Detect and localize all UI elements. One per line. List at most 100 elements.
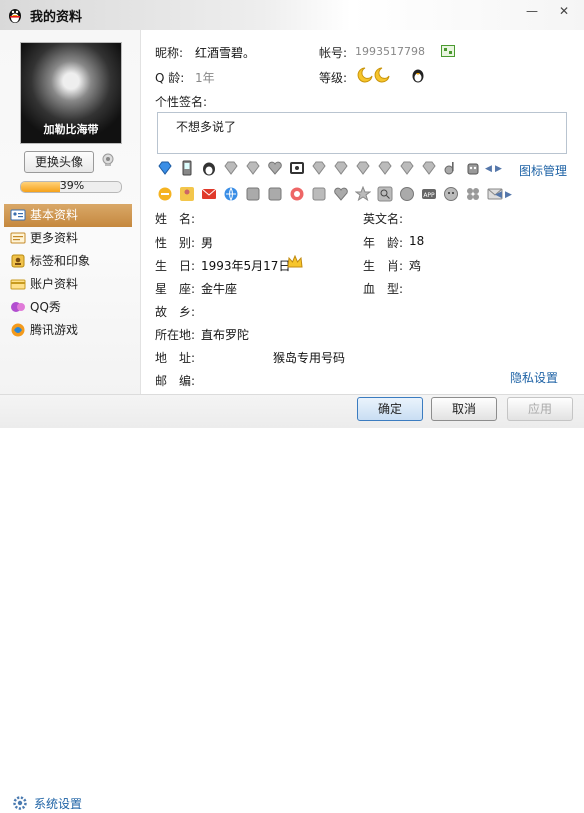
lucky-cat-icon[interactable] [289, 186, 305, 202]
music-note-icon[interactable] [443, 160, 459, 176]
main-panel: 昵称: 红酒雪碧。 帐号: 1993517798 Q 龄: 1年 等级: 个性签… [141, 30, 584, 394]
profile-card-icon [10, 209, 26, 221]
window-title: 我的资料 [30, 10, 83, 25]
diamond-blue-icon[interactable] [157, 160, 173, 176]
app-badge-icon[interactable]: APP [421, 186, 437, 202]
avatar[interactable]: 加勒比海带 [20, 42, 122, 144]
nav-list: 基本资料 更多资料 标签和印象 账户资料 QQ秀 腾讯游戏 [4, 204, 132, 342]
tencent-games-icon [11, 323, 25, 337]
nav-item-label: 基本资料 [30, 208, 79, 222]
nav-item-label: 标签和印象 [30, 254, 91, 268]
age-value: 18 [409, 234, 425, 248]
postcode-label: 邮 编: [155, 374, 196, 388]
qr-code-icon[interactable] [441, 45, 455, 57]
nav-item-label: 账户资料 [30, 277, 79, 291]
avatar-caption: 加勒比海带 [43, 123, 99, 136]
constellation-label: 星 座: [155, 282, 196, 296]
nav-item-label: 腾讯游戏 [30, 323, 79, 337]
nav-item-more[interactable]: 更多资料 [4, 227, 132, 250]
qq-penguin-icon [9, 9, 21, 23]
cancel-button[interactable]: 取消 [431, 397, 497, 421]
ok-button[interactable]: 确定 [357, 397, 423, 421]
badge-row-1: ◀ ▶ 图标管理 [155, 160, 575, 180]
tag-grey-icon[interactable] [311, 186, 327, 202]
system-settings-label: 系统设置 [34, 797, 83, 811]
badge-prev-icon[interactable]: ◀ [485, 164, 492, 174]
music-box-icon[interactable] [289, 160, 305, 176]
tag-icon [11, 254, 25, 268]
nav-item-basic[interactable]: 基本资料 [4, 204, 132, 227]
grey-app-icon[interactable] [267, 186, 283, 202]
clover-icon[interactable] [465, 186, 481, 202]
more-info-icon [10, 232, 26, 244]
account-icon [10, 279, 26, 290]
nav-item-tags[interactable]: 标签和印象 [4, 250, 132, 273]
location-value: 直布罗陀 [201, 328, 250, 342]
diamond-grey-icon[interactable] [245, 160, 261, 176]
title-bar: 我的资料 — ✕ [0, 0, 584, 30]
qage-label: Q 龄: [155, 71, 185, 85]
signature-text: 不想多说了 [176, 120, 237, 134]
diamond-grey-icon[interactable] [355, 160, 371, 176]
signature-label: 个性签名: [155, 95, 208, 109]
nav-item-label: QQ秀 [30, 300, 61, 314]
age-label: 年 龄: [363, 236, 404, 250]
hometown-label: 故 乡: [155, 305, 196, 319]
diamond-grey-icon[interactable] [421, 160, 437, 176]
nav-item-account[interactable]: 账户资料 [4, 273, 132, 296]
penguin-icon[interactable] [411, 67, 425, 83]
birthday-value: 1993年5月17日 [201, 259, 291, 273]
signature-box[interactable]: 不想多说了 [157, 112, 567, 154]
birthday-crown-icon [287, 255, 303, 268]
left-panel: 加勒比海带 更换头像 39% 基本资料 更多资料 标签和印象 账户资料 QQ秀 [0, 30, 141, 394]
qzone-icon[interactable] [157, 186, 173, 202]
diamond-grey-icon[interactable] [311, 160, 327, 176]
grey-app-icon[interactable] [245, 186, 261, 202]
webcam-icon[interactable] [100, 152, 116, 168]
close-button[interactable]: ✕ [556, 4, 572, 18]
diamond-grey-icon[interactable] [333, 160, 349, 176]
qq-show-icon [11, 302, 25, 312]
nav-item-qqshow[interactable]: QQ秀 [4, 296, 132, 319]
system-settings-link[interactable]: 系统设置 [10, 793, 110, 813]
badge-manage-link[interactable]: 图标管理 [519, 162, 567, 179]
robot-icon[interactable] [465, 160, 481, 176]
level-moon-icon[interactable] [357, 67, 391, 83]
gender-value: 男 [201, 236, 214, 250]
heart-grey-icon[interactable] [333, 186, 349, 202]
penguin-badge-icon[interactable] [201, 160, 217, 176]
diamond-grey-icon[interactable] [377, 160, 393, 176]
face-icon[interactable] [443, 186, 459, 202]
badge-row-2: APP [155, 186, 505, 206]
badge-next-icon[interactable]: ▶ [495, 164, 502, 174]
badge-next-icon[interactable]: ▶ [505, 190, 512, 200]
english-name-label: 英文名: [363, 212, 404, 226]
user-badge-icon[interactable] [179, 186, 195, 202]
nav-item-label: 更多资料 [30, 231, 79, 245]
badge-prev-icon[interactable]: ◀ [495, 190, 502, 200]
apply-button[interactable]: 应用 [507, 397, 573, 421]
diamond-grey-icon[interactable] [399, 160, 415, 176]
globe-icon[interactable] [223, 186, 239, 202]
svg-text:APP: APP [423, 192, 435, 199]
star-grey-icon[interactable] [355, 186, 371, 202]
change-avatar-button[interactable]: 更换头像 [24, 151, 94, 173]
blood-type-label: 血 型: [363, 282, 404, 296]
search-grey-icon[interactable] [377, 186, 393, 202]
mobile-phone-icon[interactable] [179, 160, 195, 176]
mail-red-icon[interactable] [201, 186, 217, 202]
address-value: 猴岛专用号码 [273, 351, 346, 365]
heart-grey-icon[interactable] [267, 160, 283, 176]
privacy-settings-link[interactable]: 隐私设置 [510, 369, 558, 386]
address-label: 地 址: [155, 351, 196, 365]
nav-item-games[interactable]: 腾讯游戏 [4, 319, 132, 342]
minimize-button[interactable]: — [524, 4, 540, 18]
nickname-label: 昵称: [155, 46, 184, 60]
diamond-grey-icon[interactable] [223, 160, 239, 176]
name-label: 姓 名: [155, 212, 196, 226]
qage-value: 1年 [195, 71, 215, 85]
location-label: 所在地: [155, 328, 196, 342]
chat-bubble-icon[interactable] [399, 186, 415, 202]
level-label: 等级: [319, 71, 348, 85]
gender-label: 性 别: [155, 236, 196, 250]
